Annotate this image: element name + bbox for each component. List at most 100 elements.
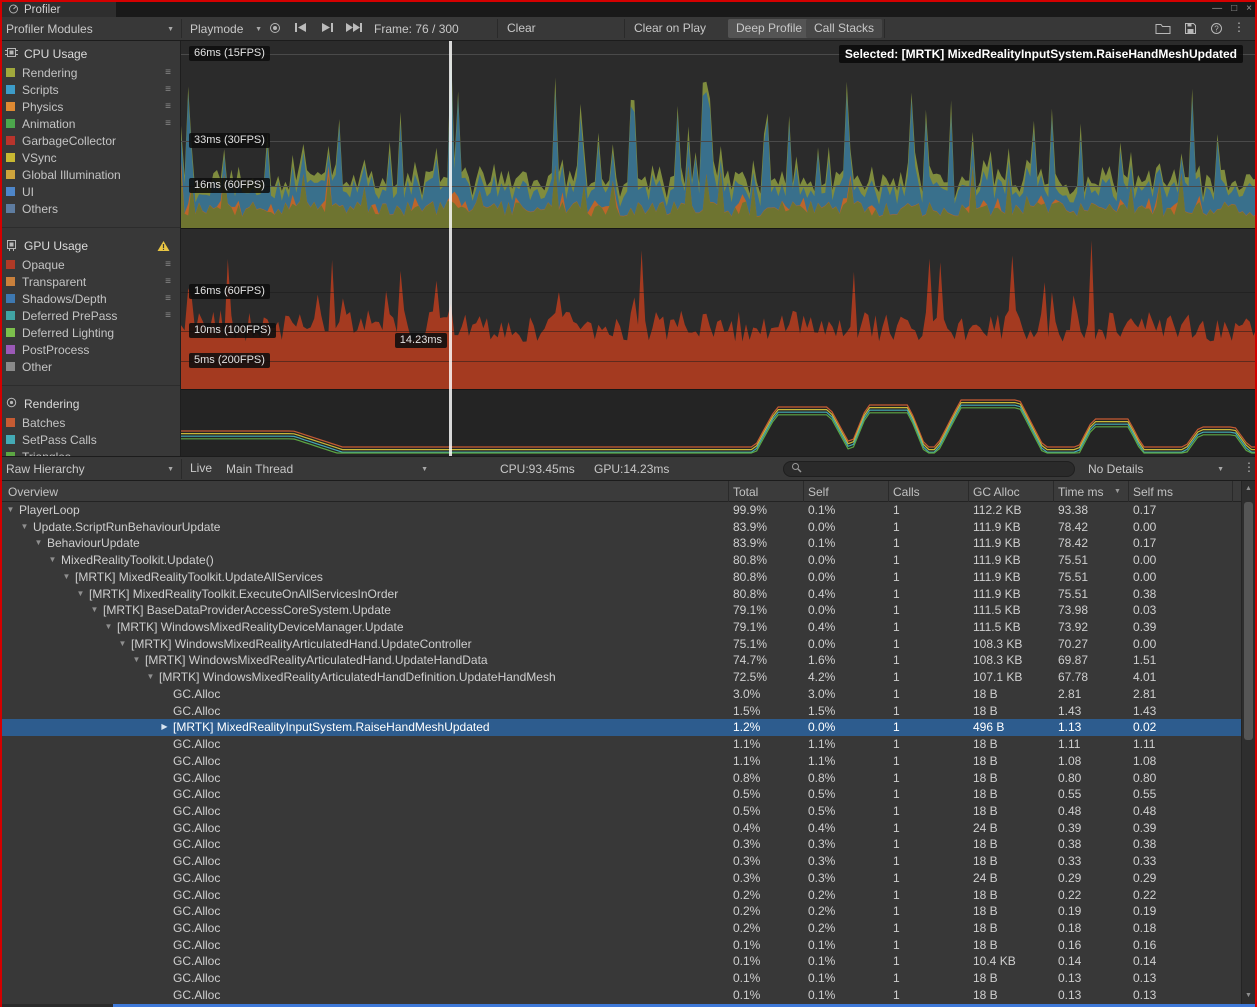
table-row[interactable]: GC.Alloc 3.0% 3.0% 1 18 B 2.81 2.81 [0, 686, 1241, 703]
legend-item[interactable]: Transparent ≡ [0, 273, 180, 290]
legend-item[interactable]: Deferred PrePass ≡ [0, 307, 180, 324]
table-row[interactable]: GC.Alloc 0.1% 0.1% 1 10.4 KB 0.14 0.14 [0, 953, 1241, 970]
table-row[interactable]: ▼ [MRTK] MixedRealityToolkit.UpdateAllSer… [0, 569, 1241, 586]
legend-item[interactable]: PostProcess [0, 341, 180, 358]
record-icon[interactable] [269, 22, 281, 34]
kebab-menu-icon[interactable]: ⋮ [1243, 460, 1255, 474]
playmode-dropdown[interactable]: Playmode ▼ [190, 20, 262, 38]
table-row[interactable]: GC.Alloc 0.5% 0.5% 1 18 B 0.48 0.48 [0, 803, 1241, 820]
search-field[interactable] [783, 461, 1075, 477]
help-icon[interactable]: ? [1210, 22, 1223, 35]
maximize-icon[interactable]: □ [1231, 3, 1237, 14]
table-row[interactable]: ▼ BehaviourUpdate 83.9% 0.1% 1 111.9 KB 78.42 0… [0, 535, 1241, 552]
next-frame-icon[interactable] [320, 22, 334, 33]
table-row[interactable]: ▼ [MRTK] WindowsMixedRealityArticulatedHa… [0, 652, 1241, 669]
foldout-expanded-icon[interactable]: ▼ [4, 502, 17, 519]
table-row[interactable]: GC.Alloc 0.2% 0.2% 1 18 B 0.19 0.19 [0, 903, 1241, 920]
module-header[interactable]: Rendering [0, 394, 180, 414]
column-header-self-ms[interactable]: Self ms [1133, 485, 1173, 499]
current-frame-indicator[interactable] [449, 41, 452, 456]
legend-item[interactable]: Scripts ≡ [0, 81, 180, 98]
foldout-expanded-icon[interactable]: ▼ [18, 519, 31, 536]
foldout-expanded-icon[interactable]: ▼ [60, 569, 73, 586]
table-row[interactable]: GC.Alloc 0.4% 0.4% 1 24 B 0.39 0.39 [0, 820, 1241, 837]
kebab-menu-icon[interactable]: ⋮ [1233, 20, 1245, 34]
vertical-scrollbar-thumb[interactable] [1244, 502, 1253, 740]
legend-item[interactable]: Opaque ≡ [0, 256, 180, 273]
table-row[interactable]: GC.Alloc 0.3% 0.3% 1 18 B 0.33 0.33 [0, 853, 1241, 870]
table-row[interactable]: GC.Alloc 0.2% 0.2% 1 18 B 0.22 0.22 [0, 887, 1241, 904]
table-row[interactable]: GC.Alloc 0.2% 0.2% 1 18 B 0.18 0.18 [0, 920, 1241, 937]
drag-handle-icon[interactable]: ≡ [165, 259, 171, 270]
details-view-dropdown[interactable]: No Details ▼ [1088, 460, 1224, 478]
thread-dropdown[interactable]: Main Thread ▼ [226, 460, 428, 478]
foldout-expanded-icon[interactable]: ▼ [46, 552, 59, 569]
foldout-expanded-icon[interactable]: ▼ [88, 602, 101, 619]
rendering-chart[interactable] [181, 390, 1257, 456]
table-row[interactable]: GC.Alloc 0.8% 0.8% 1 18 B 0.80 0.80 [0, 770, 1241, 787]
table-row[interactable]: ▼ [MRTK] MixedRealityToolkit.ExecuteOnAll… [0, 586, 1241, 603]
drag-handle-icon[interactable]: ≡ [165, 118, 171, 129]
scroll-down-icon[interactable]: ▼ [1242, 989, 1255, 1003]
column-header-gc-alloc[interactable]: GC Alloc [973, 485, 1020, 499]
legend-item[interactable]: Other [0, 358, 180, 375]
foldout-expanded-icon[interactable]: ▼ [74, 586, 87, 603]
legend-item[interactable]: Shadows/Depth ≡ [0, 290, 180, 307]
foldout-expanded-icon[interactable]: ▼ [32, 535, 45, 552]
table-row[interactable]: GC.Alloc 0.3% 0.3% 1 18 B 0.38 0.38 [0, 836, 1241, 853]
drag-handle-icon[interactable]: ≡ [165, 67, 171, 78]
foldout-expanded-icon[interactable]: ▼ [130, 652, 143, 669]
table-row[interactable]: ▼ [MRTK] WindowsMixedRealityArticulatedHa… [0, 636, 1241, 653]
table-row[interactable]: ▼ [MRTK] BaseDataProviderAccessCoreSystem… [0, 602, 1241, 619]
last-frame-icon[interactable] [345, 22, 363, 33]
foldout-expanded-icon[interactable]: ▼ [144, 669, 157, 686]
legend-item[interactable]: SetPass Calls [0, 431, 180, 448]
drag-handle-icon[interactable]: ≡ [165, 84, 171, 95]
legend-item[interactable]: Triangles [0, 448, 180, 456]
live-toggle[interactable]: Live [190, 461, 212, 475]
foldout-expanded-icon[interactable]: ▼ [116, 636, 129, 653]
foldout-collapsed-icon[interactable]: ▶ [158, 719, 171, 736]
table-row[interactable]: GC.Alloc 0.1% 0.1% 1 18 B 0.16 0.16 [0, 937, 1241, 954]
legend-item[interactable]: Deferred Lighting [0, 324, 180, 341]
drag-handle-icon[interactable]: ≡ [165, 293, 171, 304]
table-row[interactable]: GC.Alloc 1.1% 1.1% 1 18 B 1.11 1.11 [0, 736, 1241, 753]
table-row[interactable]: ▼ PlayerLoop 99.9% 0.1% 1 112.2 KB 93.38 0.17 [0, 502, 1241, 519]
legend-item[interactable]: UI [0, 183, 180, 200]
deep-profile-toggle[interactable]: Deep Profile [728, 19, 811, 38]
table-row[interactable]: GC.Alloc 1.1% 1.1% 1 18 B 1.08 1.08 [0, 753, 1241, 770]
legend-item[interactable]: Rendering ≡ [0, 64, 180, 81]
load-profile-icon[interactable] [1155, 22, 1171, 35]
table-row[interactable]: ▼ MixedRealityToolkit.Update() 80.8% 0.0% 1 1… [0, 552, 1241, 569]
profiler-modules-dropdown[interactable]: Profiler Modules ▼ [6, 20, 174, 38]
legend-item[interactable]: Batches [0, 414, 180, 431]
table-row[interactable]: GC.Alloc 0.1% 0.1% 1 18 B 0.13 0.13 [0, 987, 1241, 1004]
column-header-total[interactable]: Total [733, 485, 758, 499]
table-row[interactable]: ▼ Update.ScriptRunBehaviourUpdate 83.9% 0.0… [0, 519, 1241, 536]
column-header-calls[interactable]: Calls [893, 485, 920, 499]
column-header-time-ms[interactable]: Time ms [1058, 485, 1104, 499]
column-header-overview[interactable]: Overview [8, 485, 58, 499]
clear-button[interactable]: Clear [507, 21, 536, 35]
table-row[interactable]: GC.Alloc 0.5% 0.5% 1 18 B 0.55 0.55 [0, 786, 1241, 803]
column-header-self[interactable]: Self [808, 485, 829, 499]
close-icon[interactable]: × [1246, 3, 1252, 14]
clear-on-play-button[interactable]: Clear on Play [634, 21, 706, 35]
table-row[interactable]: GC.Alloc 0.3% 0.3% 1 24 B 0.29 0.29 [0, 870, 1241, 887]
legend-item[interactable]: Others [0, 200, 180, 217]
table-row[interactable]: ▼ [MRTK] WindowsMixedRealityDeviceManager… [0, 619, 1241, 636]
drag-handle-icon[interactable]: ≡ [165, 276, 171, 287]
scroll-up-icon[interactable]: ▲ [1242, 482, 1255, 496]
module-header[interactable]: CPU Usage [0, 44, 180, 64]
table-row[interactable]: ▼ [MRTK] WindowsMixedRealityArticulatedHa… [0, 669, 1241, 686]
minimize-icon[interactable]: — [1212, 3, 1222, 14]
module-header[interactable]: GPU Usage [0, 236, 180, 256]
search-input[interactable] [807, 463, 1067, 475]
first-frame-icon[interactable] [294, 22, 308, 33]
save-profile-icon[interactable] [1184, 22, 1197, 35]
vertical-scrollbar[interactable]: ▲ ▼ [1241, 481, 1255, 1004]
legend-item[interactable]: VSync [0, 149, 180, 166]
table-row[interactable]: GC.Alloc 0.1% 0.1% 1 18 B 0.13 0.13 [0, 970, 1241, 987]
legend-item[interactable]: Animation ≡ [0, 115, 180, 132]
cpu-usage-chart[interactable]: Selected: [MRTK] MixedRealityInputSystem… [181, 41, 1257, 229]
